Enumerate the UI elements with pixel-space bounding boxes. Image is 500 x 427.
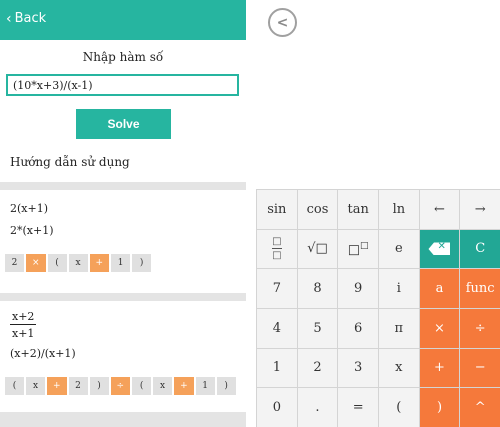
key-multiply[interactable]: × xyxy=(419,309,460,348)
key-clear[interactable]: C xyxy=(460,229,500,269)
example-card-2: x+2 x+1 (x+2)/(x+1) ( x + 2 ) ÷ ( x + 1 … xyxy=(0,301,246,412)
token: 1 xyxy=(111,254,131,272)
key-0[interactable]: 0 xyxy=(257,388,297,427)
key-a[interactable]: a xyxy=(419,269,460,308)
guide-title: Hướng dẫn sử dụng xyxy=(10,155,130,169)
example-expression: 2(x+1) xyxy=(10,202,49,215)
example-card-1: 2(x+1) 2*(x+1) 2 × ( x + 1 ) xyxy=(0,190,246,293)
key-open-paren[interactable]: ( xyxy=(379,388,419,427)
token: x xyxy=(68,254,88,272)
key-func[interactable]: func xyxy=(460,269,500,308)
key-9[interactable]: 9 xyxy=(338,269,378,308)
key-3[interactable]: 3 xyxy=(338,348,378,388)
power-icon: □□ xyxy=(347,240,369,258)
left-panel: ‹ Back Nhập hàm số (10*x+3)/(x-1) Solve … xyxy=(0,0,246,427)
example-input-form: 2*(x+1) xyxy=(10,224,54,237)
token: 2 xyxy=(5,254,24,272)
key-power[interactable]: □□ xyxy=(338,229,378,269)
token-operator: + xyxy=(47,377,67,395)
key-ln[interactable]: ln xyxy=(379,190,419,229)
key-fraction[interactable]: □ □ xyxy=(257,229,297,269)
token: ( xyxy=(47,254,67,272)
key-equals[interactable]: = xyxy=(338,388,378,427)
example-token-row: 2 × ( x + 1 ) xyxy=(5,254,152,272)
divider xyxy=(0,293,246,301)
key-8[interactable]: 8 xyxy=(297,269,338,308)
key-i[interactable]: i xyxy=(379,269,419,308)
key-backspace[interactable] xyxy=(419,229,460,269)
token-operator: + xyxy=(89,254,110,272)
token: ( xyxy=(5,377,24,395)
top-bar: ‹ Back xyxy=(0,0,246,40)
token-operator: + xyxy=(174,377,194,395)
key-cos[interactable]: cos xyxy=(297,190,338,229)
key-minus[interactable]: − xyxy=(460,348,500,388)
back-label: Back xyxy=(14,11,47,26)
key-caret[interactable]: ^ xyxy=(460,388,500,427)
key-1[interactable]: 1 xyxy=(257,348,297,388)
key-close-paren[interactable]: ) xyxy=(419,388,460,427)
chevron-left-icon: ‹ xyxy=(6,10,12,27)
key-4[interactable]: 4 xyxy=(257,309,297,348)
token: x xyxy=(26,377,45,395)
key-5[interactable]: 5 xyxy=(297,309,338,348)
key-sqrt[interactable]: √□ xyxy=(297,229,338,269)
fraction-denominator: x+1 xyxy=(12,327,35,340)
example-token-row: ( x + 2 ) ÷ ( x + 1 ) xyxy=(5,377,236,395)
key-x[interactable]: x xyxy=(379,348,419,388)
key-6[interactable]: 6 xyxy=(338,309,378,348)
back-button[interactable]: ‹ Back xyxy=(6,11,46,26)
token-operator: × xyxy=(26,254,46,272)
fraction-icon: □ □ xyxy=(271,236,282,262)
example-fraction: x+2 x+1 xyxy=(10,310,37,340)
back-circle-button[interactable]: < xyxy=(268,8,297,37)
example-input-form: (x+2)/(x+1) xyxy=(10,347,76,360)
math-keyboard: sin cos tan ln ← → □□ √□ □□ e C 7 8 9 i … xyxy=(256,189,500,427)
token: ) xyxy=(132,254,152,272)
solve-button[interactable]: Solve xyxy=(76,109,171,139)
divider xyxy=(0,412,246,427)
key-2[interactable]: 2 xyxy=(297,348,338,388)
key-cursor-right[interactable]: → xyxy=(460,190,500,229)
token-operator: ÷ xyxy=(110,377,131,395)
backspace-icon xyxy=(428,242,451,256)
token: ) xyxy=(89,377,109,395)
key-e[interactable]: e xyxy=(379,229,419,269)
chevron-left-icon: < xyxy=(276,14,289,31)
input-prompt: Nhập hàm số xyxy=(82,50,164,64)
key-plus[interactable]: + xyxy=(419,348,460,388)
key-cursor-left[interactable]: ← xyxy=(419,190,460,229)
fraction-numerator: x+2 xyxy=(10,310,37,325)
key-7[interactable]: 7 xyxy=(257,269,297,308)
token: ( xyxy=(132,377,152,395)
token: 1 xyxy=(195,377,215,395)
token: 2 xyxy=(68,377,88,395)
key-sin[interactable]: sin xyxy=(257,190,297,229)
key-decimal[interactable]: . xyxy=(297,388,338,427)
key-divide[interactable]: ÷ xyxy=(460,309,500,348)
key-pi[interactable]: π xyxy=(379,309,419,348)
function-input[interactable]: (10*x+3)/(x-1) xyxy=(6,74,239,96)
token: x xyxy=(153,377,173,395)
key-tan[interactable]: tan xyxy=(338,190,378,229)
token: ) xyxy=(216,377,236,395)
divider xyxy=(0,182,246,190)
